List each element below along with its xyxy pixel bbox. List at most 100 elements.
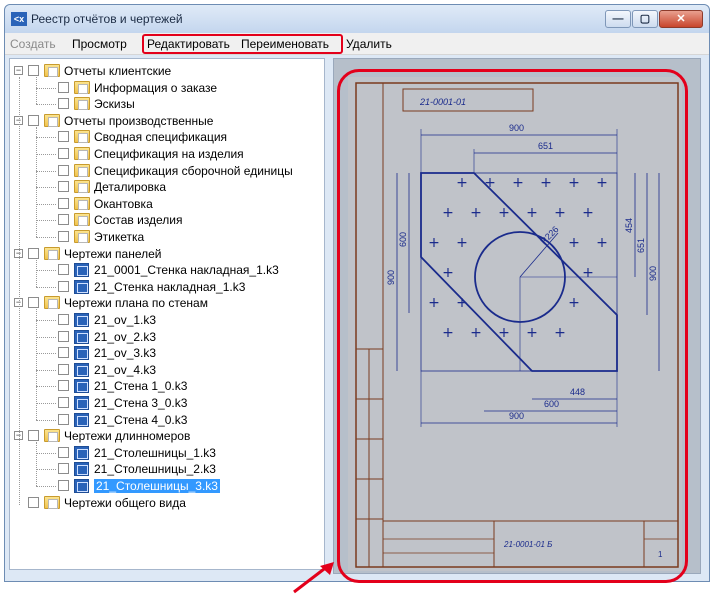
tree-checkbox[interactable]	[58, 131, 69, 143]
tree-file-item[interactable]: 21_ov_2.k3	[10, 329, 324, 346]
tree-checkbox[interactable]	[58, 347, 69, 359]
tree-folder-item[interactable]: − Отчеты клиентские	[10, 63, 324, 80]
k3-file-icon	[74, 379, 89, 394]
tree-folder-item[interactable]: Деталировка	[10, 179, 324, 196]
tree-item-label: 21_Столешницы_2.k3	[94, 462, 216, 477]
folder-icon	[74, 180, 90, 194]
tree-file-item[interactable]: 21_Стена 1_0.k3	[10, 378, 324, 395]
tree-connector	[36, 442, 37, 486]
tree-checkbox[interactable]	[58, 81, 69, 93]
tree-checkbox[interactable]	[58, 380, 69, 392]
menu-create[interactable]: Создать	[10, 37, 56, 51]
k3-file-icon	[74, 362, 89, 377]
report-tree[interactable]: − Отчеты клиентские Информация о заказе Эск…	[9, 58, 325, 570]
tree-checkbox[interactable]	[58, 480, 69, 491]
tree-connector	[19, 77, 20, 505]
tree-folder-item[interactable]: Спецификация сборочной единицы	[10, 163, 324, 180]
tree-checkbox[interactable]	[28, 65, 39, 76]
tree-connector	[36, 77, 37, 105]
tree-file-item[interactable]: 21_Стенка накладная_1.k3	[10, 279, 324, 296]
tree-folder-item[interactable]: − Чертежи длинномеров	[10, 428, 324, 445]
tree-connector	[36, 309, 37, 420]
tree-folder-item[interactable]: − Отчеты производственные	[10, 113, 324, 130]
tree-file-item[interactable]: 21_0001_Стенка накладная_1.k3	[10, 262, 324, 279]
tree-folder-item[interactable]: − Чертежи плана по стенам	[10, 295, 324, 312]
menu-highlight-annotation	[142, 34, 343, 54]
tree-file-item[interactable]: 21_ov_1.k3	[10, 312, 324, 329]
tree-folder-item[interactable]: Чертежи общего вида	[10, 495, 324, 512]
folder-icon	[44, 64, 60, 77]
tree-folder-item[interactable]: Эскизы	[10, 96, 324, 113]
folder-icon	[74, 130, 90, 144]
tree-file-item[interactable]: 21_Стена 4_0.k3	[10, 412, 324, 429]
tree-folder-item[interactable]: Состав изделия	[10, 212, 324, 229]
tree-checkbox[interactable]	[58, 463, 69, 475]
tree-file-item[interactable]: 21_ov_4.k3	[10, 362, 324, 379]
tree-item-label: Отчеты производственные	[64, 113, 214, 128]
tree-checkbox[interactable]	[58, 164, 69, 176]
tree-file-item[interactable]: 21_Столешницы_2.k3	[10, 461, 324, 478]
title-bar[interactable]: <x Реестр отчётов и чертежей — ▢ ✕	[5, 5, 709, 33]
tree-checkbox[interactable]	[58, 314, 69, 325]
menu-delete[interactable]: Удалить	[346, 37, 392, 51]
folder-icon	[74, 213, 90, 227]
tree-item-label: Информация о заказе	[94, 80, 218, 95]
folder-icon	[74, 163, 90, 177]
tree-file-item[interactable]: 21_ov_3.k3	[10, 345, 324, 362]
menu-view[interactable]: Просмотр	[72, 37, 127, 51]
tree-item-label: 21_ov_4.k3	[94, 362, 157, 377]
k3-file-icon	[74, 462, 89, 477]
maximize-button[interactable]: ▢	[632, 10, 658, 28]
folder-icon	[74, 80, 90, 94]
tree-checkbox[interactable]	[58, 363, 69, 375]
tree-checkbox[interactable]	[58, 280, 69, 292]
tree-checkbox[interactable]	[58, 446, 69, 458]
tree-folder-item[interactable]: Этикетка	[10, 229, 324, 246]
tree-file-item[interactable]: 21_Столешницы_3.k3	[10, 478, 324, 495]
tree-checkbox[interactable]	[58, 231, 69, 242]
tree-file-item[interactable]: 21_Столешницы_1.k3	[10, 445, 324, 462]
tree-checkbox[interactable]	[28, 496, 39, 508]
tree-checkbox[interactable]	[28, 297, 39, 309]
tree-folder-item[interactable]: − Чертежи панелей	[10, 246, 324, 263]
minimize-icon: —	[612, 13, 624, 25]
folder-icon	[44, 495, 60, 509]
k3-file-icon	[74, 396, 89, 410]
tree-item-label: Сводная спецификация	[94, 130, 228, 145]
tree-checkbox[interactable]	[58, 413, 69, 425]
tree-checkbox[interactable]	[28, 114, 39, 126]
tree-item-label: Спецификация на изделия	[94, 147, 244, 161]
tree-checkbox[interactable]	[28, 247, 39, 259]
tree-checkbox[interactable]	[58, 181, 69, 193]
tree-checkbox[interactable]	[58, 214, 69, 226]
tree-folder-item[interactable]: Окантовка	[10, 196, 324, 213]
tree-checkbox[interactable]	[58, 397, 69, 408]
tree-checkbox[interactable]	[28, 430, 39, 442]
k3-file-icon	[74, 263, 89, 278]
tree-checkbox[interactable]	[58, 98, 69, 110]
collapse-icon[interactable]: −	[14, 66, 23, 75]
tree-folder-item[interactable]: Сводная спецификация	[10, 129, 324, 146]
tree-item-label: 21_Стена 4_0.k3	[94, 412, 188, 427]
tree-checkbox[interactable]	[58, 197, 69, 209]
tree-checkbox[interactable]	[58, 148, 69, 159]
tree-folder-item[interactable]: Спецификация на изделия	[10, 146, 324, 163]
tree-item-label: 21_ov_2.k3	[94, 329, 157, 344]
maximize-icon: ▢	[639, 13, 651, 25]
tree-item-label: Деталировка	[94, 180, 167, 195]
close-button[interactable]: ✕	[659, 10, 703, 28]
folder-icon	[44, 246, 60, 260]
tree-folder-item[interactable]: Информация о заказе	[10, 80, 324, 97]
minimize-button[interactable]: —	[605, 10, 631, 28]
tree-checkbox[interactable]	[58, 264, 69, 276]
tree-item-label: 21_Стена 3_0.k3	[94, 396, 188, 410]
folder-icon	[44, 296, 60, 310]
tree-file-item[interactable]: 21_Стена 3_0.k3	[10, 395, 324, 412]
tree-item-label: Окантовка	[94, 196, 153, 211]
k3-file-icon	[74, 329, 89, 344]
tree-checkbox[interactable]	[58, 330, 69, 342]
folder-icon	[74, 97, 90, 111]
k3-file-icon	[74, 412, 89, 427]
tree-item-label: 21_Столешницы_3.k3	[94, 479, 220, 493]
tree-item-label: Чертежи общего вида	[64, 495, 186, 510]
